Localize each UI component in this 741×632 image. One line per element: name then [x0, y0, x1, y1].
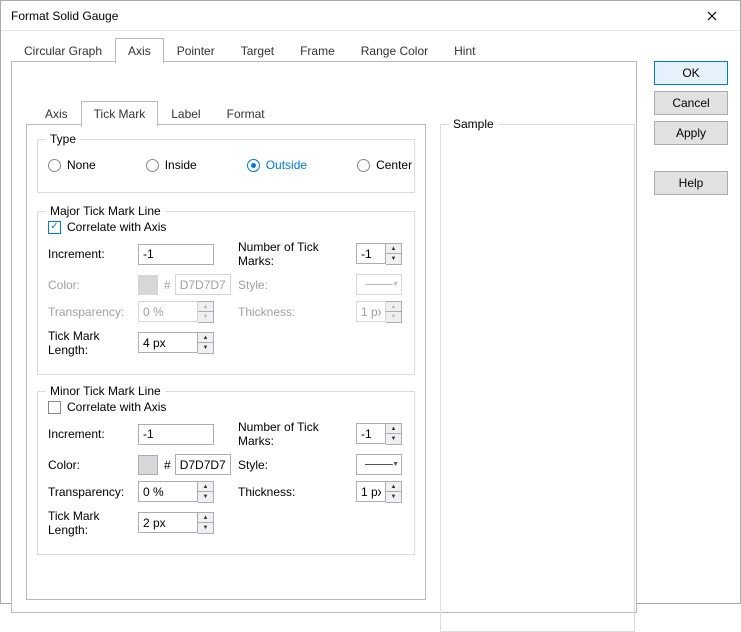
main-panel: Axis Tick Mark Label Format Type None In… [11, 61, 637, 613]
close-button[interactable] [692, 4, 732, 28]
minor-thickness-spinner[interactable]: ▲▼ [356, 481, 402, 503]
type-group: Type None Inside Outside Center [37, 139, 415, 193]
chevron-down-icon: ▼ [392, 461, 399, 468]
minor-numticks-spinner[interactable]: ▲▼ [356, 423, 402, 445]
sub-panel: Type None Inside Outside Center Major Ti… [26, 124, 426, 600]
minor-thickness-label: Thickness: [238, 485, 356, 499]
minor-transparency-spinner[interactable]: ▲▼ [138, 481, 214, 503]
minor-legend: Minor Tick Mark Line [46, 384, 165, 398]
radio-none[interactable]: None [48, 158, 96, 172]
spinner-up-icon[interactable]: ▲ [386, 244, 401, 254]
close-icon [707, 11, 717, 21]
major-transparency-spinner: ▲▼ [138, 301, 214, 323]
minor-correlate-checkbox[interactable]: Correlate with Axis [48, 400, 404, 414]
type-legend: Type [46, 132, 80, 146]
radio-center[interactable]: Center [357, 158, 412, 172]
minor-length-label: Tick Mark Length: [48, 509, 138, 537]
radio-inside[interactable]: Inside [146, 158, 197, 172]
major-color-swatch[interactable] [138, 275, 158, 295]
apply-button[interactable]: Apply [654, 121, 728, 145]
minor-style-label: Style: [238, 458, 356, 472]
major-thickness-spinner: ▲▼ [356, 301, 402, 323]
major-legend: Major Tick Mark Line [46, 204, 165, 218]
chevron-down-icon: ▼ [392, 281, 399, 288]
major-transparency-label: Transparency: [48, 305, 138, 319]
major-increment-input[interactable] [138, 244, 214, 265]
minor-transparency-label: Transparency: [48, 485, 138, 499]
major-thickness-label: Thickness: [238, 305, 356, 319]
minor-group: Minor Tick Mark Line Correlate with Axis… [37, 391, 415, 555]
help-button[interactable]: Help [654, 171, 728, 195]
minor-length-spinner[interactable]: ▲▼ [138, 512, 214, 534]
major-numticks-label: Number of Tick Marks: [238, 240, 356, 268]
ok-button[interactable]: OK [654, 61, 728, 85]
major-correlate-checkbox[interactable]: Correlate with Axis [48, 220, 404, 234]
spinner-down-icon[interactable]: ▼ [386, 254, 401, 264]
sub-tabs: Axis Tick Mark Label Format [32, 100, 278, 126]
major-length-spinner[interactable]: ▲▼ [138, 332, 214, 354]
sample-panel: Sample [440, 124, 635, 632]
radio-outside[interactable]: Outside [247, 158, 307, 172]
minor-color-label: Color: [48, 458, 138, 472]
subtab-tick-mark[interactable]: Tick Mark [81, 101, 159, 127]
cancel-button[interactable]: Cancel [654, 91, 728, 115]
minor-numticks-label: Number of Tick Marks: [238, 420, 356, 448]
major-numticks-spinner[interactable]: ▲▼ [356, 243, 402, 265]
minor-style-dropdown[interactable]: ▼ [356, 454, 402, 475]
minor-color-swatch[interactable] [138, 455, 158, 475]
sample-legend: Sample [449, 117, 498, 131]
major-group: Major Tick Mark Line Correlate with Axis… [37, 211, 415, 375]
main-tabs: Circular Graph Axis Pointer Target Frame… [11, 37, 488, 63]
major-increment-label: Increment: [48, 247, 138, 261]
major-style-dropdown[interactable]: ▼ [356, 274, 402, 295]
major-color-label: Color: [48, 278, 138, 292]
window-title: Format Solid Gauge [11, 9, 118, 23]
major-style-label: Style: [238, 278, 356, 292]
major-length-label: Tick Mark Length: [48, 329, 138, 357]
minor-increment-label: Increment: [48, 427, 138, 441]
tab-axis[interactable]: Axis [115, 38, 164, 64]
minor-color-hex-input[interactable] [175, 454, 231, 475]
minor-increment-input[interactable] [138, 424, 214, 445]
major-color-hex-input [175, 274, 231, 295]
